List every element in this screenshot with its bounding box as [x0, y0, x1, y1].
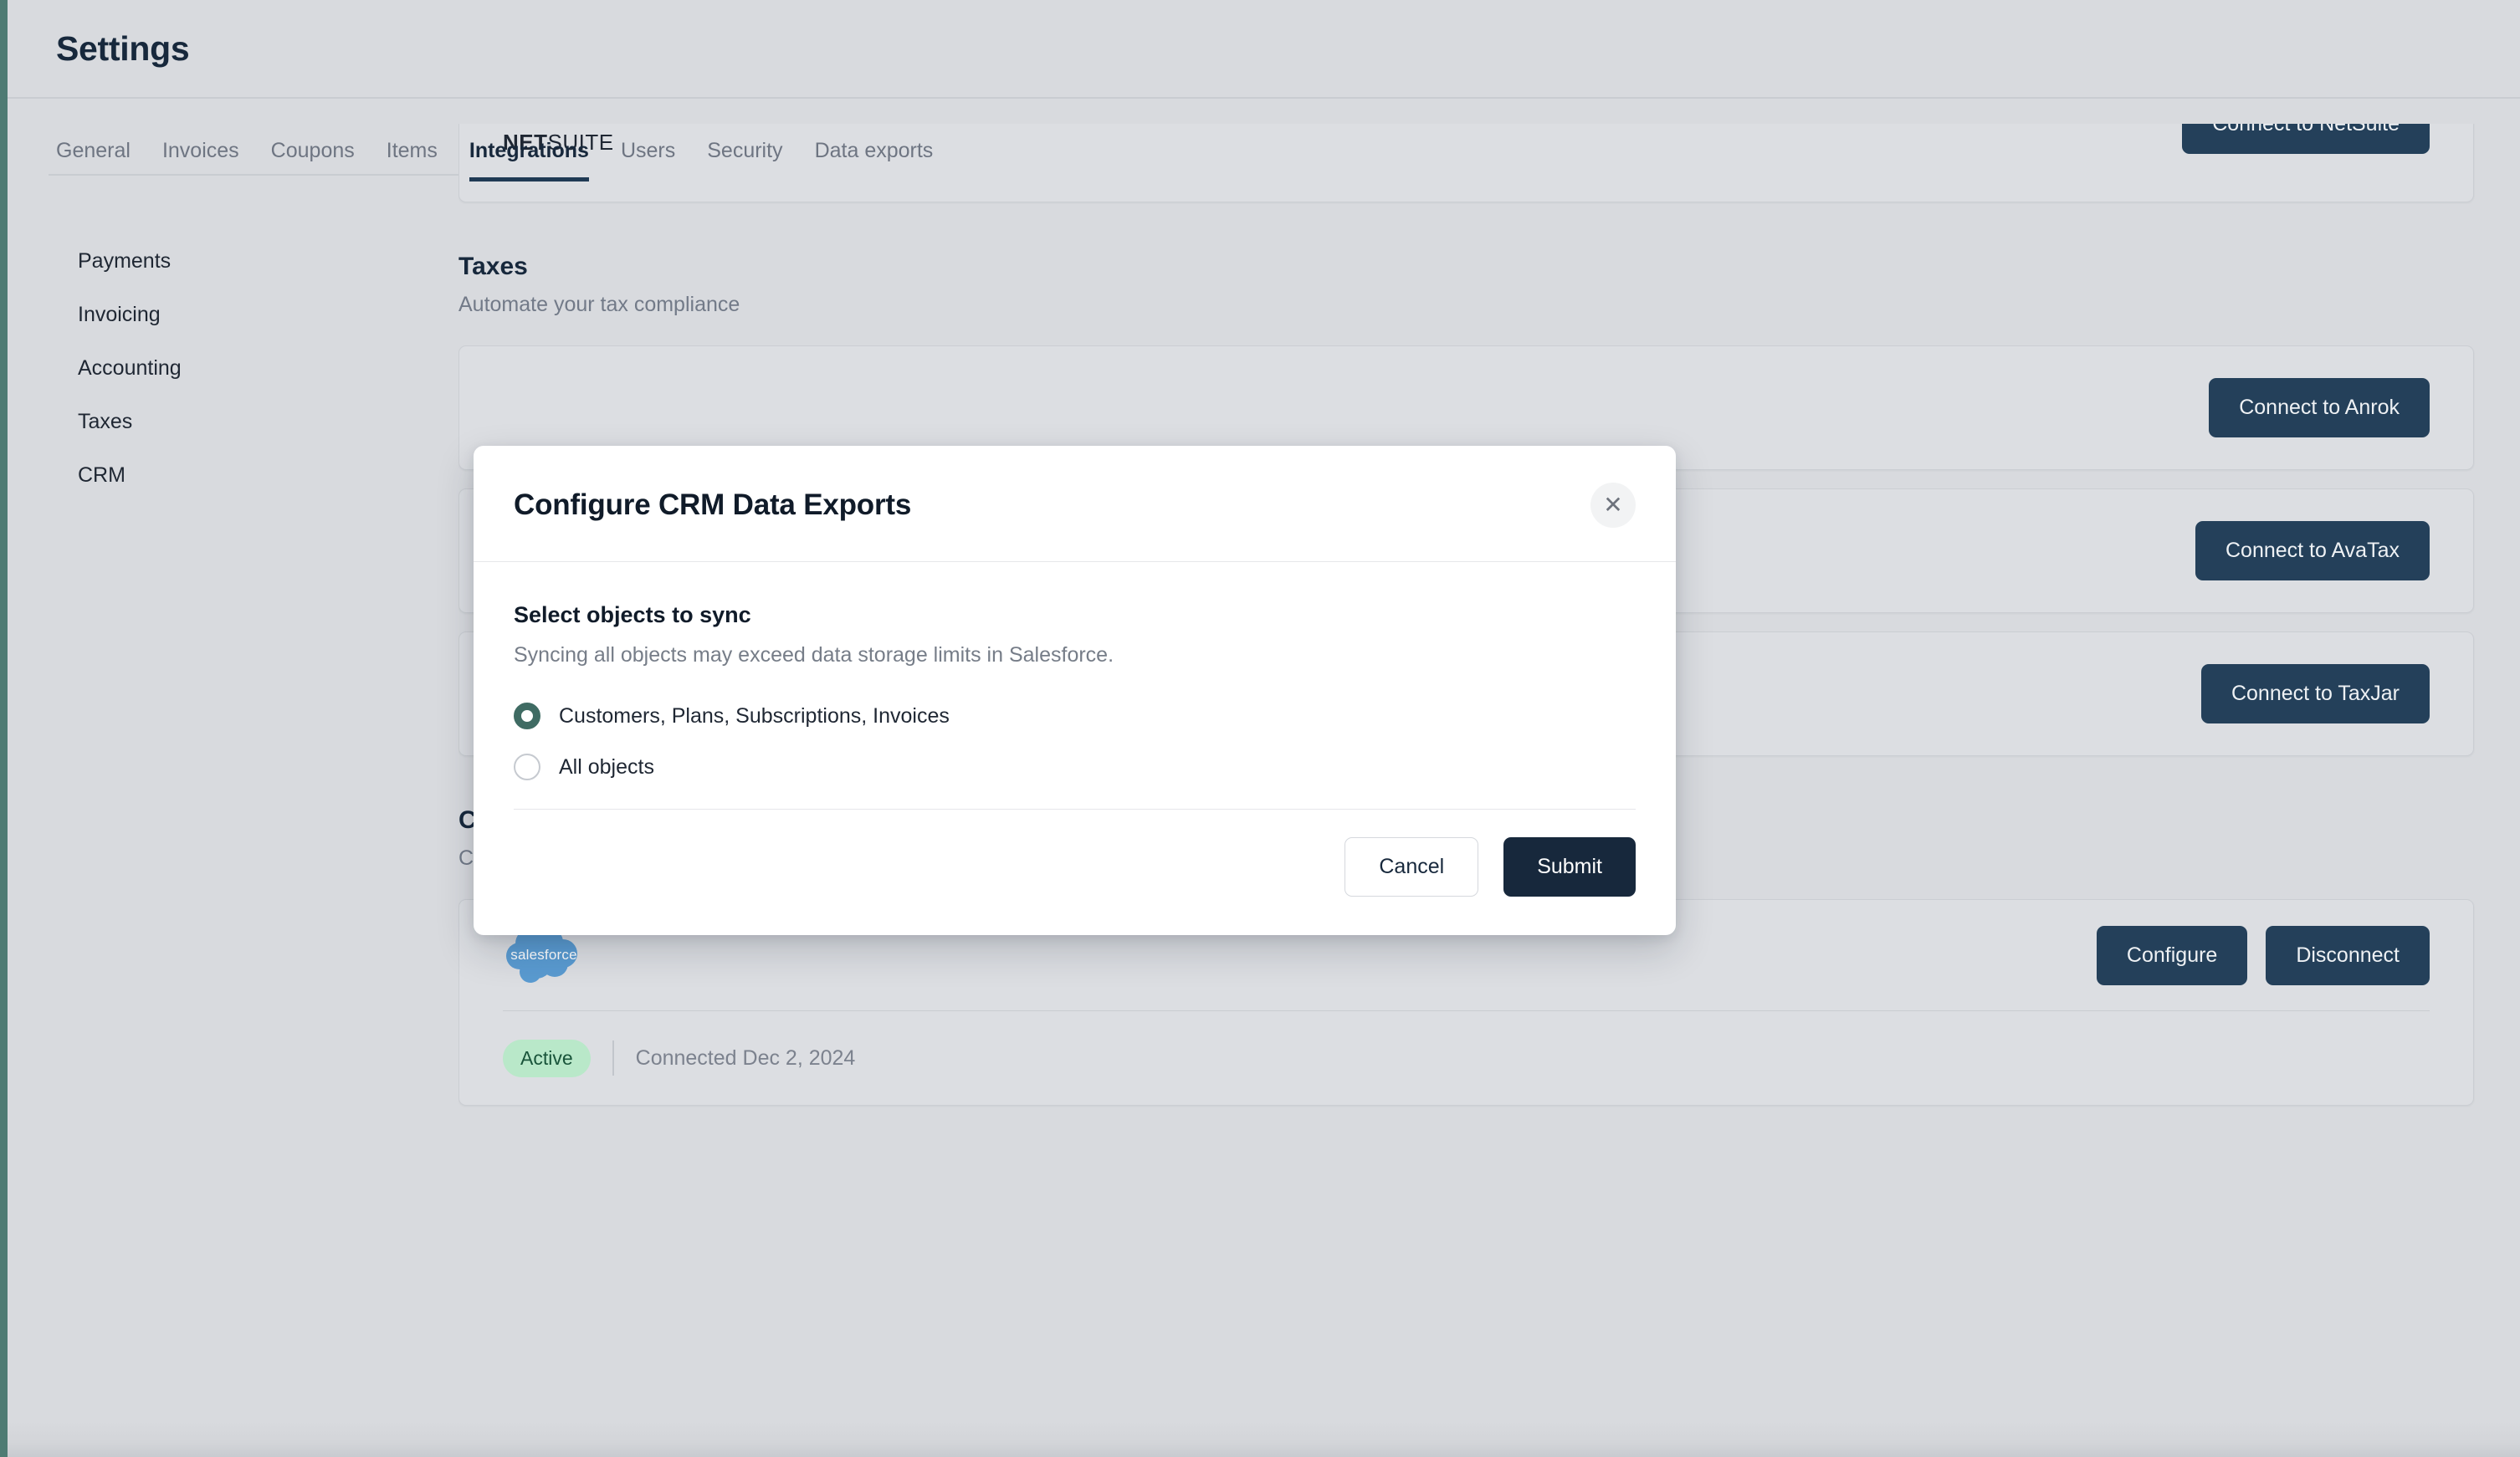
disconnect-button[interactable]: Disconnect	[2266, 925, 2430, 985]
tab-security[interactable]: Security	[707, 139, 782, 181]
sidebar-item-invoicing[interactable]: Invoicing	[78, 288, 451, 341]
modal-footer: Cancel Submit	[514, 809, 1636, 935]
sidebar-item-taxes[interactable]: Taxes	[78, 395, 451, 448]
radio-icon-selected[interactable]	[514, 703, 540, 729]
sidebar-item-crm[interactable]: CRM	[78, 448, 451, 502]
sidebar-item-accounting[interactable]: Accounting	[78, 341, 451, 395]
salesforce-actions: Configure Disconnect	[2096, 925, 2430, 985]
tab-general[interactable]: General	[56, 139, 131, 181]
modal-title: Configure CRM Data Exports	[514, 488, 912, 521]
tab-data-exports[interactable]: Data exports	[815, 139, 934, 181]
tab-items[interactable]: Items	[387, 139, 438, 181]
modal-section-description: Syncing all objects may exceed data stor…	[514, 643, 1114, 667]
configure-crm-data-exports-modal: Configure CRM Data Exports ✕ Select obje…	[474, 446, 1676, 935]
close-icon[interactable]: ✕	[1590, 483, 1636, 528]
radio-label-all-objects: All objects	[559, 754, 654, 779]
settings-sidebar: Payments Invoicing Accounting Taxes CRM	[8, 234, 451, 502]
page-header: Settings	[8, 0, 2520, 99]
taxes-section-subtitle: Automate your tax compliance	[458, 293, 740, 316]
tab-coupons[interactable]: Coupons	[271, 139, 355, 181]
radio-label-selected-objects: Customers, Plans, Subscriptions, Invoice…	[559, 703, 950, 728]
taxes-section-title: Taxes	[458, 253, 528, 280]
radio-icon-all-objects[interactable]	[514, 754, 540, 780]
status-separator	[612, 1040, 614, 1076]
connect-avatax-button[interactable]: Connect to AvaTax	[2195, 521, 2430, 580]
modal-section-heading: Select objects to sync	[514, 602, 751, 627]
page-bottom-strip	[8, 1420, 2520, 1457]
taxes-section-header: Taxes Automate your tax compliance	[458, 253, 2520, 317]
connect-taxjar-button[interactable]: Connect to TaxJar	[2200, 664, 2430, 723]
connected-date: Connected Dec 2, 2024	[635, 1045, 856, 1070]
radio-option-selected-objects[interactable]: Customers, Plans, Subscriptions, Invoice…	[514, 703, 1636, 729]
cancel-button[interactable]: Cancel	[1345, 837, 1479, 897]
settings-tabbar: General Invoices Coupons Items Integrati…	[8, 99, 2520, 181]
page-title: Settings	[56, 28, 190, 68]
modal-header: Configure CRM Data Exports ✕	[474, 446, 1676, 562]
status-badge: Active	[503, 1039, 591, 1077]
modal-body: Select objects to sync Syncing all objec…	[474, 562, 1676, 780]
configure-button[interactable]: Configure	[2096, 925, 2248, 985]
tab-invoices[interactable]: Invoices	[162, 139, 239, 181]
radio-option-all-objects[interactable]: All objects	[514, 754, 1636, 780]
left-accent-rail	[0, 0, 8, 1457]
submit-button[interactable]: Submit	[1503, 837, 1636, 897]
tab-users[interactable]: Users	[621, 139, 675, 181]
sidebar-item-payments[interactable]: Payments	[78, 234, 451, 288]
connect-anrok-button[interactable]: Connect to Anrok	[2209, 378, 2430, 437]
tab-integrations[interactable]: Integrations	[469, 139, 590, 181]
